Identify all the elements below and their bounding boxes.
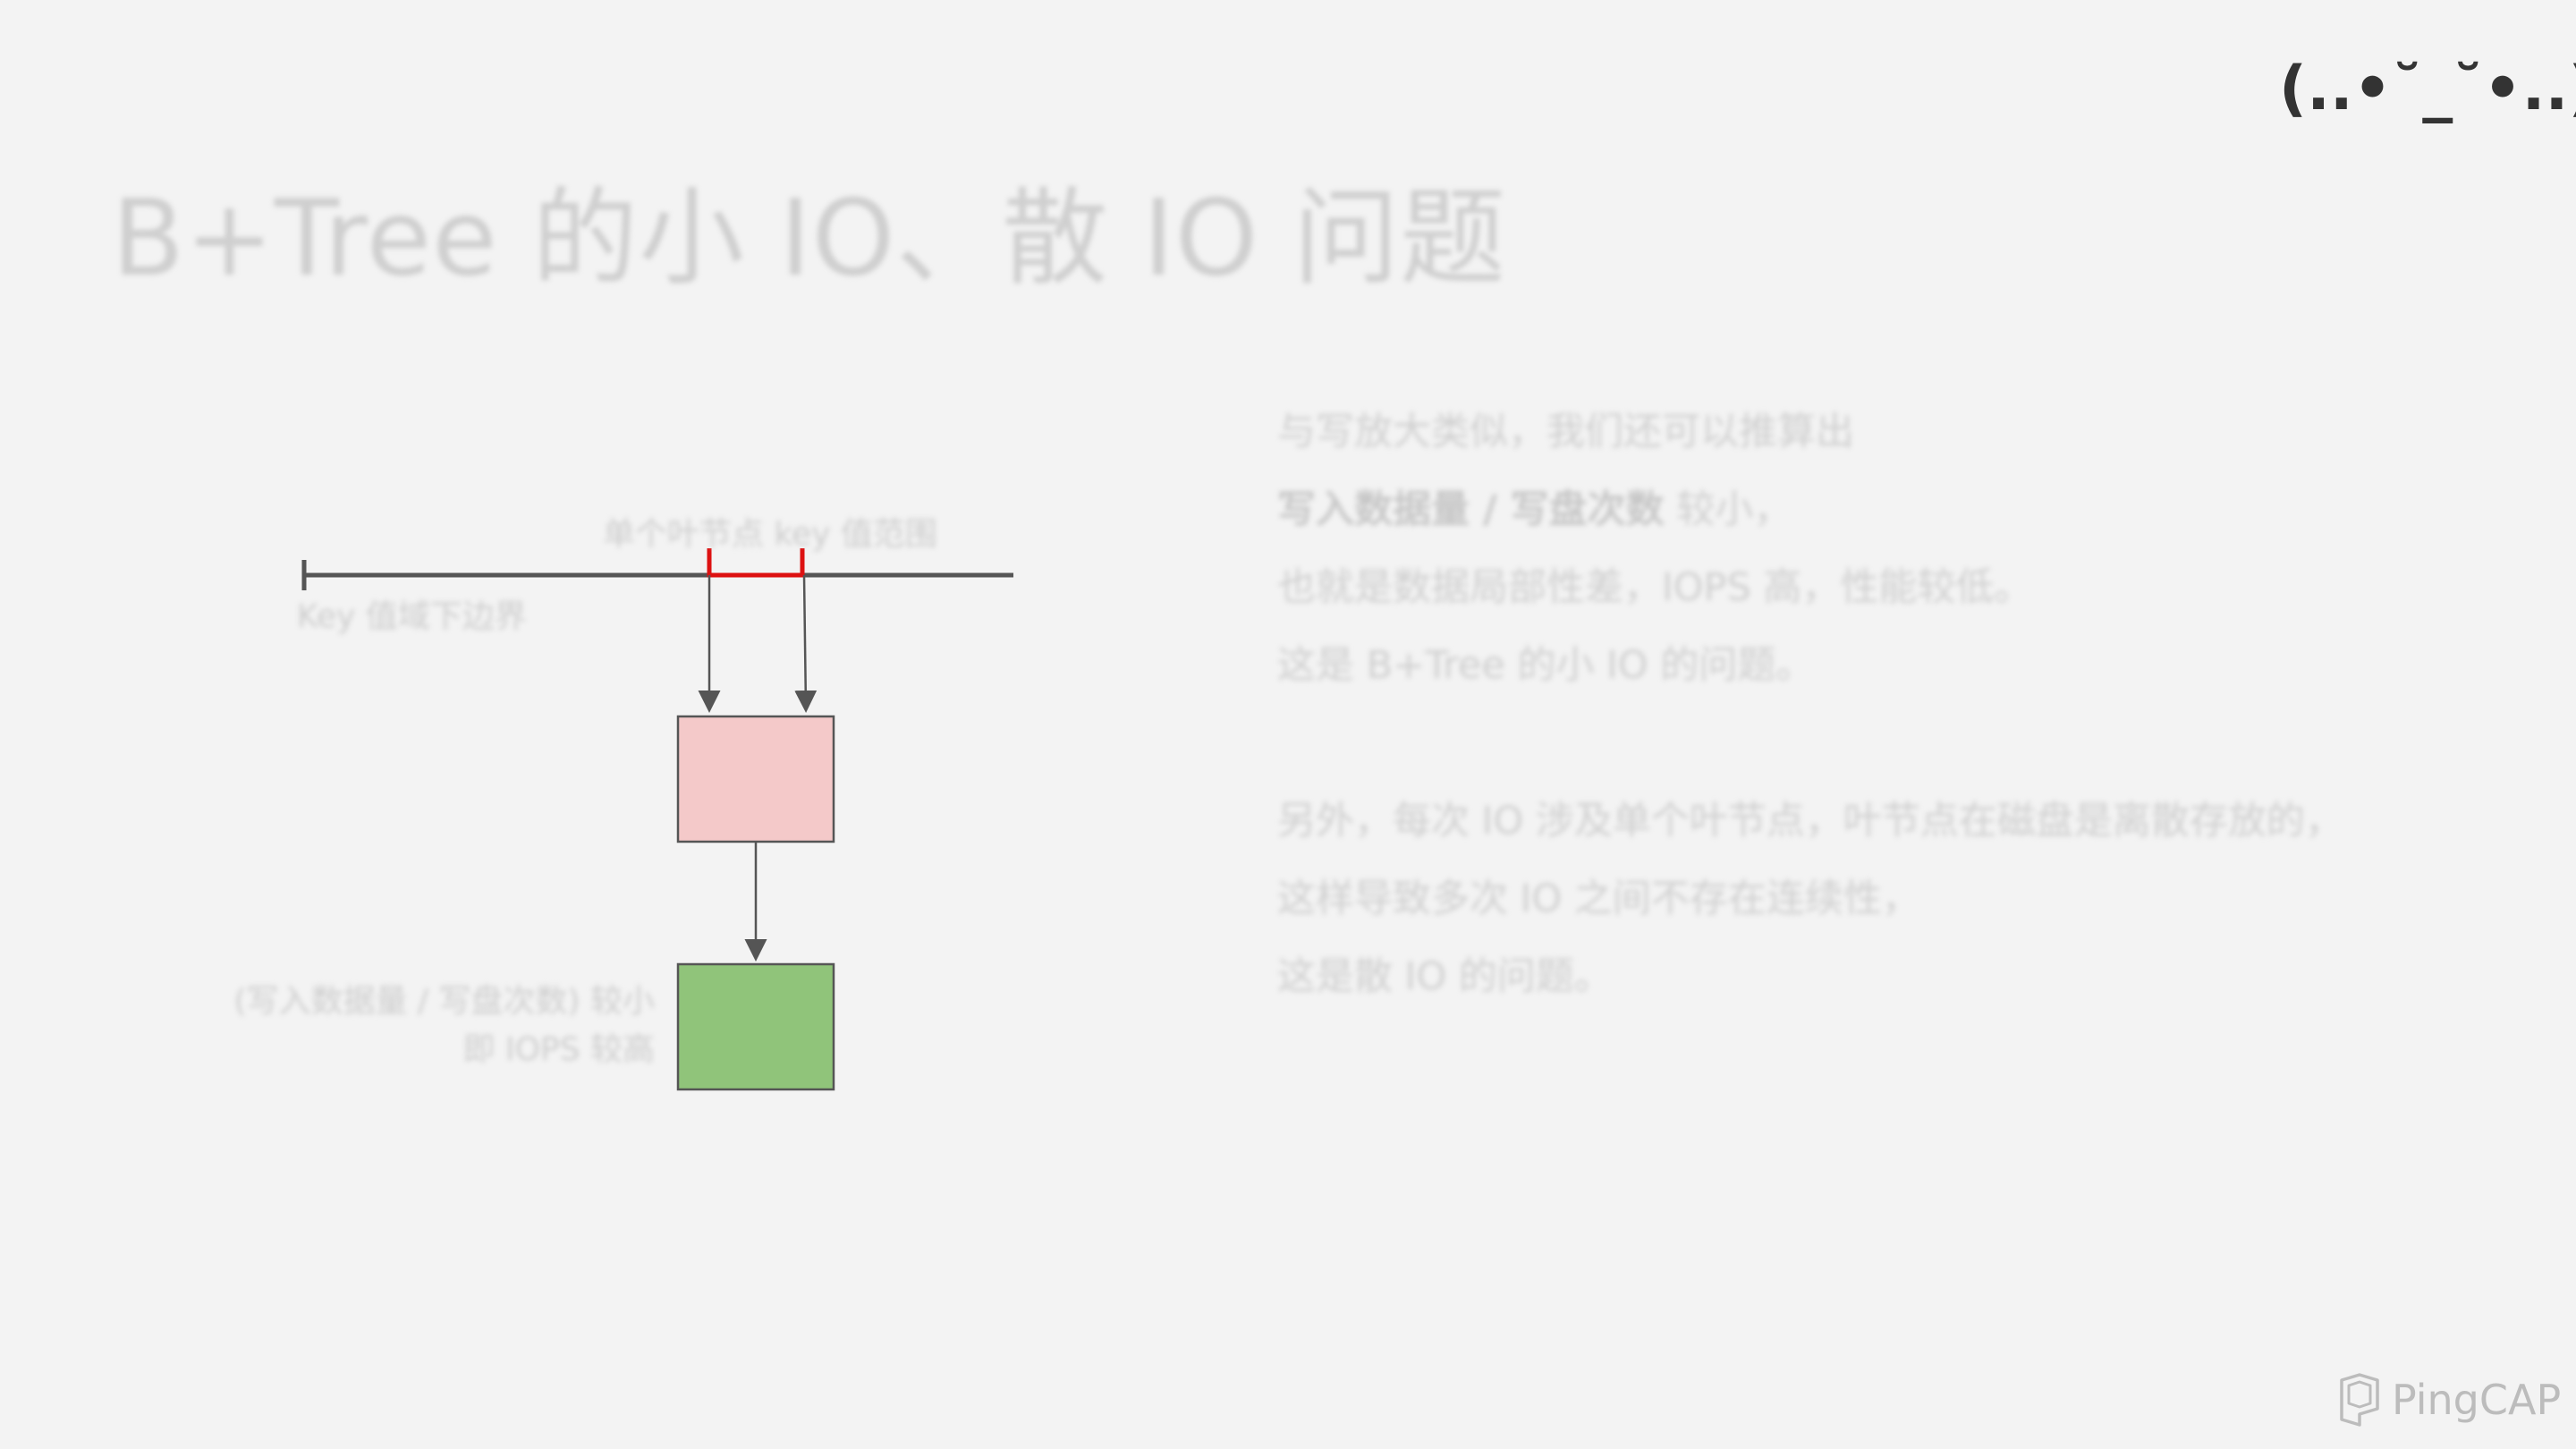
pingcap-logo: PingCAP [2336, 1373, 2561, 1427]
explanation-line: 这是散 IO 的问题。 [1277, 954, 1613, 999]
disk-write-box [676, 962, 835, 1091]
logo-text: PingCAP [2392, 1376, 2562, 1424]
explanation-line: 另外，每次 IO 涉及单个叶节点，叶节点在磁盘是离散存放的， [1277, 799, 2343, 843]
explanation-line-rest: 较小， [1664, 487, 1792, 532]
leaf-node-box [676, 715, 835, 843]
disk-write-label-line2: 即 IOPS 较高 [462, 1031, 655, 1068]
explanation-line: 与写放大类似，我们还可以推算出 [1277, 410, 1854, 454]
explanation-line: 写入数据量 / 写盘次数 较小， [1277, 471, 2343, 549]
arrow-range-right [794, 574, 818, 713]
pingcap-logo-icon [2340, 1373, 2379, 1427]
explanation-line: 也就是数据局部性差，IOPS 高，性能较低。 [1277, 565, 2033, 610]
explanation-bold-term: 写入数据量 / 写盘次数 [1277, 487, 1665, 532]
explanation-line: 这是 B+Tree 的小 IO 的问题。 [1277, 643, 1815, 688]
key-lower-bound-label: Key 值域下边界 [297, 598, 527, 635]
leaf-range-label: 单个叶节点 key 值范围 [603, 516, 937, 553]
slide: B+Tree 的小 IO、散 IO 问题 (..•˘_˘•..) 单个叶节点 k… [0, 0, 2576, 1449]
explanation-line: 这样导致多次 IO 之间不存在连续性， [1277, 877, 1920, 921]
disk-write-label-line1: (写入数据量 / 写盘次数) 较小 [233, 983, 655, 1020]
explanation-text: 与写放大类似，我们还可以推算出 写入数据量 / 写盘次数 较小， 也就是数据局部… [1277, 394, 2343, 1016]
